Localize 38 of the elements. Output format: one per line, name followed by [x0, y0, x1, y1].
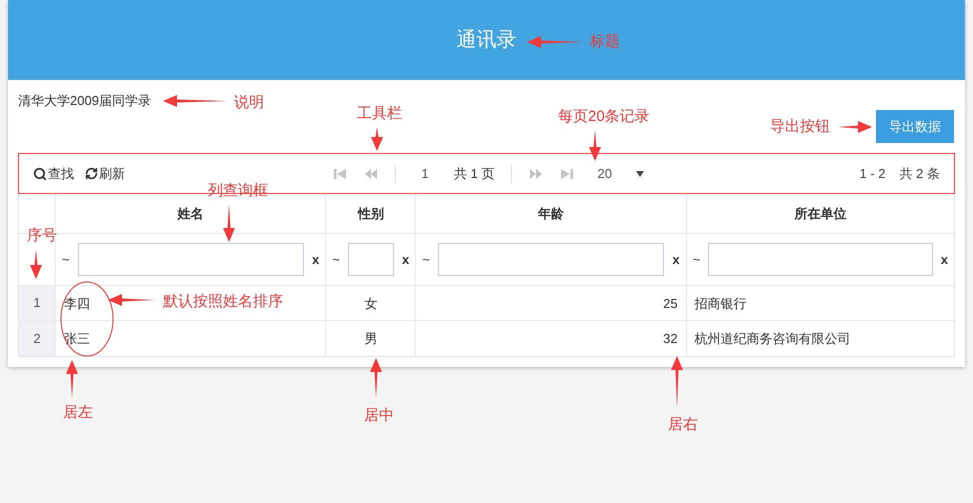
row-number: 1 [19, 286, 56, 320]
table-cell: 男 [326, 321, 416, 356]
table-cell: 25 [416, 286, 687, 320]
column-header[interactable]: 年龄 [416, 194, 687, 233]
search-button[interactable]: 查找 [33, 164, 74, 184]
page-input[interactable]: 1 [413, 164, 437, 184]
filter-prefix: ~ [692, 250, 700, 269]
filter-prefix: ~ [422, 250, 430, 269]
column-header[interactable]: 性别 [326, 194, 416, 233]
annotation-label: 默认按照姓名排序 [163, 292, 283, 312]
clear-filter-button[interactable]: x [312, 250, 320, 270]
page-total: 共 1 页 [454, 164, 494, 183]
annotation-label: 工具栏 [357, 104, 402, 124]
annotation-label: 序号 [27, 226, 57, 246]
column-header[interactable]: 所在单位 [686, 194, 954, 233]
table-cell: 32 [416, 321, 687, 356]
record-range: 1 - 2 [860, 164, 886, 183]
annotation-label: 导出按钮 [770, 117, 830, 137]
annotation-label: 标题 [590, 32, 620, 52]
clear-filter-button[interactable]: x [672, 250, 680, 270]
clear-filter-button[interactable]: x [940, 250, 948, 270]
annotation-label: 每页20条记录 [558, 107, 650, 127]
annotation-label: 居中 [364, 406, 394, 426]
table-cell-text: 招商银行 [694, 295, 748, 313]
clear-filter-button[interactable]: x [402, 250, 410, 270]
description: 清华大学2009届同学录 [18, 93, 151, 108]
row-number: 2 [19, 321, 56, 356]
filter-prefix: ~ [62, 250, 70, 269]
refresh-button[interactable]: 刷新 [85, 164, 125, 184]
annotation-label: 居右 [668, 415, 698, 435]
table-cell-text: 杭州道纪商务咨询有限公司 [694, 330, 852, 348]
page-size-select[interactable]: 20 [597, 164, 644, 184]
record-total: 共 2 条 [900, 164, 940, 183]
table-cell: 女 [326, 286, 416, 320]
filter-prefix: ~ [332, 250, 340, 269]
annotation-label: 居左 [63, 403, 93, 423]
page-title: 通讯录 [456, 28, 516, 53]
annotation-label: 说明 [234, 93, 264, 113]
